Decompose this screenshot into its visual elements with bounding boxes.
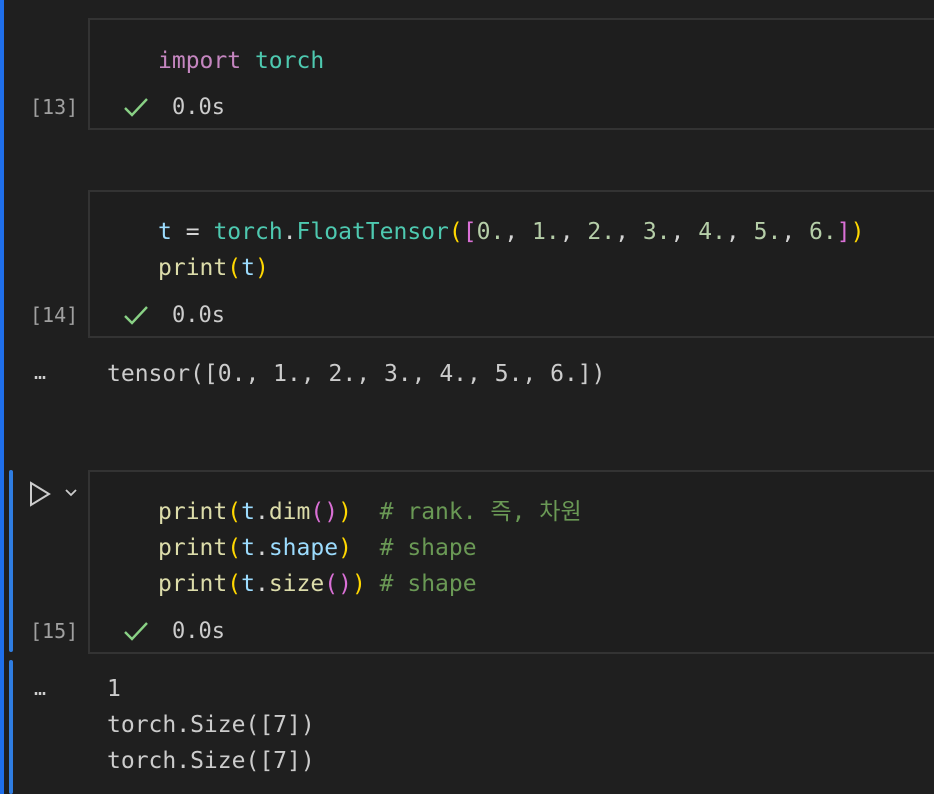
output-line: torch.Size([7]) bbox=[107, 712, 315, 738]
execution-count: [13] bbox=[30, 95, 79, 119]
code-line[interactable]: print(t.dim()) # rank. 즉, 차원 bbox=[158, 494, 582, 530]
output-line: 1 bbox=[107, 676, 121, 702]
output-focus-indicator bbox=[9, 660, 13, 794]
code-line[interactable]: print(t.size()) # shape bbox=[158, 566, 477, 602]
chevron-down-icon[interactable] bbox=[62, 484, 80, 502]
check-icon bbox=[124, 98, 148, 117]
execution-time: 0.0s bbox=[172, 618, 225, 644]
output-more-actions[interactable]: … bbox=[34, 676, 48, 700]
execution-time: 0.0s bbox=[172, 94, 225, 120]
play-icon[interactable] bbox=[28, 480, 52, 508]
code-line[interactable]: print(t.shape) # shape bbox=[158, 530, 477, 566]
code-line[interactable]: t = torch.FloatTensor([0., 1., 2., 3., 4… bbox=[158, 214, 864, 250]
check-icon bbox=[124, 306, 148, 325]
cell-focus-indicator bbox=[9, 470, 13, 652]
execution-count: [14] bbox=[30, 303, 79, 327]
cell-status: 0.0s bbox=[122, 617, 225, 645]
code-line[interactable]: import torch bbox=[158, 43, 324, 79]
check-icon bbox=[124, 622, 148, 641]
cell-status: 0.0s bbox=[122, 301, 225, 329]
output-more-actions[interactable]: … bbox=[34, 360, 48, 384]
notebook-left-rail bbox=[0, 0, 4, 794]
cell-status: 0.0s bbox=[122, 93, 225, 121]
execution-count: [15] bbox=[30, 619, 79, 643]
output-line: tensor([0., 1., 2., 3., 4., 5., 6.]) bbox=[107, 361, 606, 387]
code-line[interactable]: print(t) bbox=[158, 250, 269, 286]
execution-time: 0.0s bbox=[172, 302, 225, 328]
output-line: torch.Size([7]) bbox=[107, 748, 315, 774]
